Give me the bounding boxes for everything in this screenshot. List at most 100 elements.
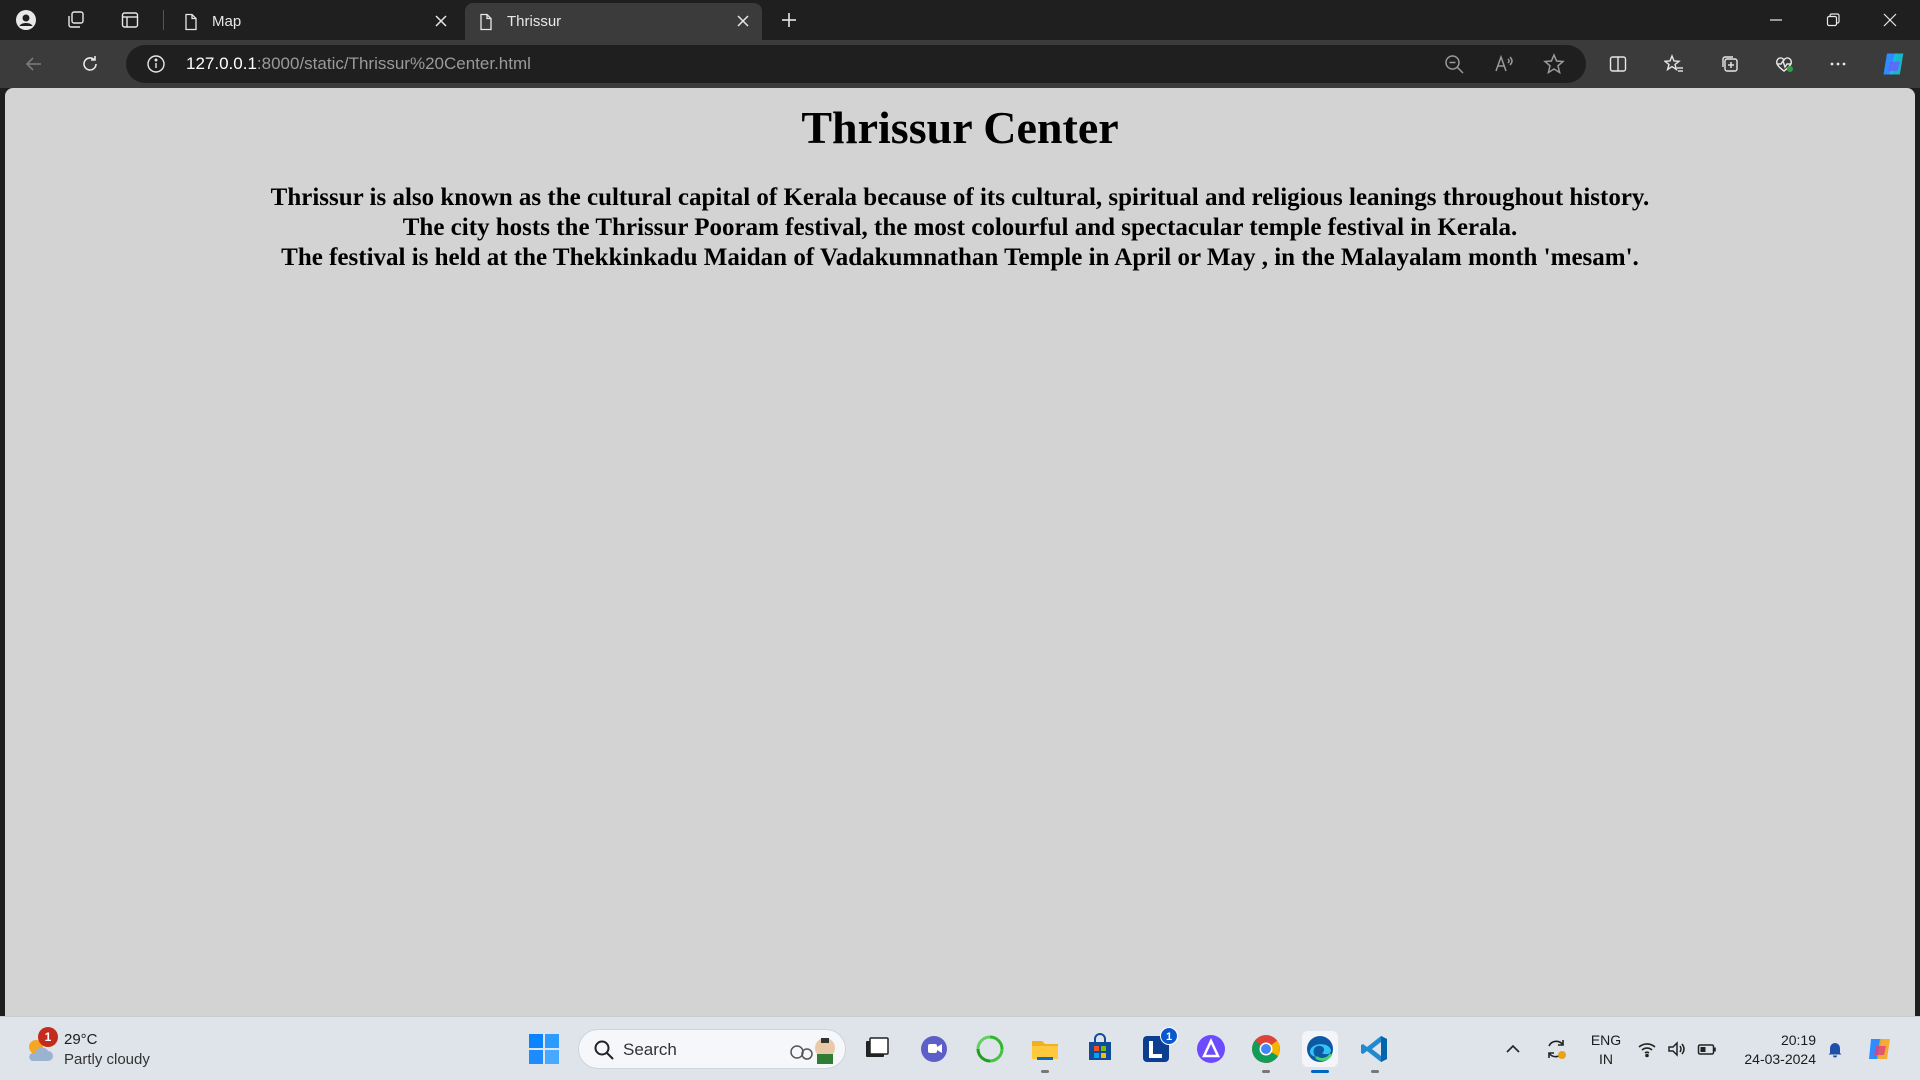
triangle-logo-icon [1197, 1035, 1225, 1063]
teams-chat-button[interactable] [916, 1031, 952, 1067]
running-indicator [1371, 1070, 1379, 1073]
chat-icon [921, 1036, 947, 1062]
vscode-icon [1361, 1036, 1387, 1062]
tab-title: Map [212, 13, 242, 30]
tab-actions-button[interactable] [112, 4, 148, 36]
minimize-button[interactable] [1748, 0, 1804, 40]
description-line: The city hosts the Thrissur Pooram festi… [402, 214, 1518, 242]
close-icon [1883, 13, 1897, 27]
edge-icon [1307, 1036, 1333, 1062]
search-highlight-icon [790, 1038, 835, 1064]
read-aloud-icon[interactable] [1493, 53, 1515, 75]
chevron-up-icon[interactable] [1503, 1039, 1523, 1059]
copilot-icon [1883, 53, 1904, 75]
collections-button[interactable] [1712, 48, 1748, 80]
favorites-button[interactable] [1656, 48, 1692, 80]
page-icon [480, 13, 492, 30]
restore-icon [1826, 13, 1840, 27]
notification-bell-icon[interactable] [1825, 1039, 1845, 1059]
tab-title: Thrissur [507, 13, 562, 30]
back-button[interactable] [16, 48, 52, 80]
refresh-button[interactable] [72, 48, 108, 80]
language-code: ENG [1590, 1032, 1622, 1048]
edge-button[interactable] [1302, 1031, 1338, 1073]
close-tab-icon[interactable] [432, 12, 450, 30]
weather-widget[interactable]: 1 29°C Partly cloudy [20, 1027, 170, 1071]
weather-temperature: 29°C [64, 1031, 98, 1048]
browser-toolbar: 127.0.0.1:8000/static/Thrissur%20Center.… [0, 40, 1920, 88]
heart-pulse-icon [1775, 57, 1793, 72]
weather-condition: Partly cloudy [64, 1051, 150, 1068]
arrow-left-icon [25, 57, 41, 71]
notification-badge: 1 [38, 1027, 58, 1047]
vscode-button[interactable] [1357, 1031, 1393, 1073]
clock-date: 24-03-2024 [1744, 1051, 1816, 1067]
minimize-icon [1770, 19, 1782, 21]
sync-icon[interactable] [1544, 1037, 1568, 1061]
tab-map[interactable]: Map [170, 3, 460, 40]
taskbar: 1 29°C Partly cloudy Search 1 ENG IN 20:… [0, 1016, 1920, 1080]
running-indicator [1041, 1070, 1049, 1073]
split-screen-button[interactable] [1600, 48, 1636, 80]
taskbar-search[interactable]: Search [578, 1029, 846, 1069]
plus-icon [782, 13, 796, 27]
site-info-icon[interactable] [146, 54, 166, 74]
copilot-button[interactable] [1876, 48, 1912, 80]
workspaces-button[interactable] [58, 4, 94, 36]
tab-separator [163, 10, 164, 30]
zoom-out-icon[interactable] [1443, 53, 1465, 75]
proton-vpn-button[interactable] [1193, 1031, 1229, 1067]
input-language-indicator[interactable]: ENG IN [1586, 1031, 1626, 1069]
browser-essentials-button[interactable] [1766, 48, 1802, 80]
tab-thrissur[interactable]: Thrissur [465, 3, 762, 40]
folder-icon [1032, 1041, 1058, 1060]
l-app-button[interactable]: 1 [1138, 1027, 1178, 1067]
page-viewport: Thrissur Center Thrissur is also known a… [5, 88, 1915, 1016]
task-view-icon [866, 1037, 889, 1057]
volume-icon[interactable] [1666, 1039, 1686, 1059]
file-explorer-button[interactable] [1027, 1031, 1063, 1073]
page-title: Thrissur Center [801, 102, 1119, 153]
store-icon [1089, 1033, 1111, 1060]
tab-strip: Map Thrissur [0, 0, 1920, 40]
battery-icon[interactable] [1697, 1039, 1717, 1059]
restore-button[interactable] [1805, 0, 1861, 40]
profile-icon [16, 10, 36, 30]
chrome-button[interactable] [1248, 1031, 1284, 1073]
page-description: Thrissur is also known as the cultural c… [5, 183, 1915, 273]
region-code: IN [1599, 1051, 1613, 1067]
close-window-button[interactable] [1862, 0, 1918, 40]
collections-icon [1722, 56, 1738, 72]
profile-button[interactable] [8, 4, 44, 36]
description-line: Thrissur is also known as the cultural c… [270, 184, 1650, 212]
description-line: The festival is held at the Thekkinkadu … [281, 244, 1639, 272]
url-host: 127.0.0.1 [186, 54, 257, 73]
settings-more-button[interactable] [1820, 48, 1856, 80]
search-label: Search [623, 1040, 677, 1059]
active-indicator [1311, 1070, 1329, 1073]
favorites-icon [1664, 54, 1683, 72]
new-tab-button[interactable] [771, 4, 807, 36]
address-bar[interactable]: 127.0.0.1:8000/static/Thrissur%20Center.… [126, 45, 1586, 83]
star-icon[interactable] [1543, 53, 1565, 75]
close-tab-icon[interactable] [734, 12, 752, 30]
windows-start-icon[interactable] [528, 1033, 560, 1065]
app-notification-badge: 1 [1160, 1027, 1178, 1045]
more-icon [1830, 62, 1846, 66]
wifi-icon[interactable] [1637, 1039, 1657, 1059]
split-screen-icon [1609, 56, 1627, 72]
refresh-icon [83, 56, 97, 71]
refresh-app-button[interactable] [972, 1031, 1008, 1067]
clock-time: 20:19 [1780, 1032, 1816, 1048]
chrome-icon [1252, 1035, 1280, 1063]
workspaces-icon [68, 11, 84, 28]
running-indicator [1262, 1070, 1270, 1073]
system-clock[interactable]: 20:19 24-03-2024 [1736, 1031, 1816, 1069]
task-view-button[interactable] [858, 1031, 894, 1067]
microsoft-store-button[interactable] [1082, 1031, 1118, 1067]
circular-arrows-icon [976, 1035, 1004, 1063]
search-icon [594, 1040, 614, 1060]
url-path: :8000/static/Thrissur%20Center.html [256, 54, 531, 73]
url-text[interactable]: 127.0.0.1:8000/static/Thrissur%20Center.… [186, 54, 531, 74]
copilot-taskbar-icon[interactable] [1866, 1033, 1898, 1065]
